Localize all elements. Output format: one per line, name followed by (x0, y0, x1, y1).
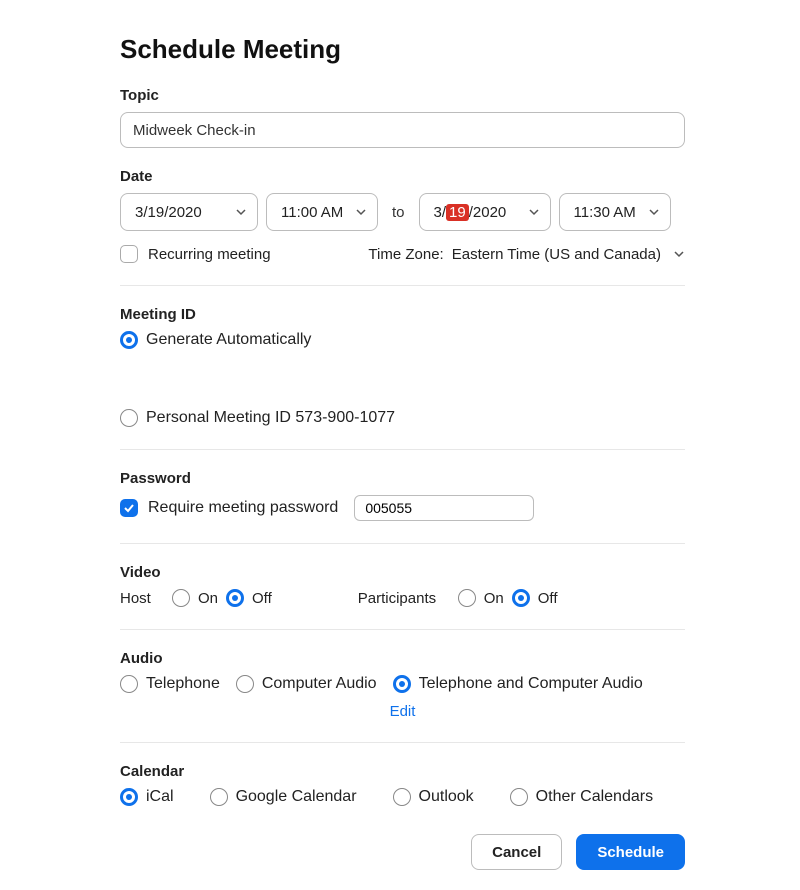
recurring-label: Recurring meeting (148, 246, 271, 263)
radio-label: Generate Automatically (146, 331, 311, 349)
radio-generate-automatically[interactable]: Generate Automatically (120, 331, 311, 349)
checkbox-icon (120, 499, 138, 517)
checkbox-icon (120, 245, 138, 263)
radio-label: iCal (146, 788, 174, 806)
radio-label: Telephone (146, 675, 220, 693)
require-password-label: Require meeting password (148, 499, 338, 517)
divider (120, 629, 685, 630)
start-time-value: 11:00 AM (281, 204, 343, 221)
topic-input[interactable] (120, 112, 685, 148)
radio-label: Other Calendars (536, 788, 653, 806)
radio-label: Personal Meeting ID 573-900-1077 (146, 409, 395, 427)
schedule-meeting-form: Schedule Meeting Topic Date 3/19/2020 11… (0, 0, 800, 890)
chevron-down-icon (648, 206, 660, 218)
calendar-label: Calendar (120, 763, 685, 780)
password-label: Password (120, 470, 685, 487)
radio-ical[interactable]: iCal (120, 788, 174, 806)
radio-icon (458, 589, 476, 607)
radio-personal-meeting-id[interactable]: Personal Meeting ID 573-900-1077 (120, 409, 395, 427)
video-participants-label: Participants (358, 590, 450, 607)
radio-telephone-and-computer[interactable]: Telephone and Computer Audio (393, 675, 643, 693)
date-label: Date (120, 168, 685, 185)
radio-label: Computer Audio (262, 675, 377, 693)
radio-participants-on[interactable]: On (458, 589, 504, 607)
radio-telephone[interactable]: Telephone (120, 675, 220, 693)
end-time-value: 11:30 AM (574, 204, 636, 221)
radio-label: Google Calendar (236, 788, 357, 806)
radio-icon (120, 675, 138, 693)
end-date-value: 3/19/2020 (434, 204, 507, 221)
password-input[interactable] (354, 495, 534, 521)
radio-label: Off (252, 590, 272, 607)
audio-edit-link[interactable]: Edit (120, 703, 685, 720)
radio-host-on[interactable]: On (172, 589, 218, 607)
radio-icon (120, 409, 138, 427)
to-label: to (386, 204, 411, 221)
chevron-down-icon (673, 248, 685, 260)
radio-icon (210, 788, 228, 806)
radio-outlook[interactable]: Outlook (393, 788, 474, 806)
radio-computer-audio[interactable]: Computer Audio (236, 675, 377, 693)
radio-icon (393, 788, 411, 806)
video-host-label: Host (120, 590, 164, 607)
start-time-select[interactable]: 11:00 AM (266, 193, 378, 231)
radio-icon (120, 788, 138, 806)
radio-host-off[interactable]: Off (226, 589, 272, 607)
audio-label: Audio (120, 650, 685, 667)
divider (120, 742, 685, 743)
schedule-button[interactable]: Schedule (576, 834, 685, 870)
recurring-checkbox[interactable]: Recurring meeting (120, 245, 271, 263)
radio-other-calendars[interactable]: Other Calendars (510, 788, 653, 806)
timezone-select[interactable]: Time Zone: Eastern Time (US and Canada) (368, 246, 685, 263)
radio-label: On (484, 590, 504, 607)
start-date-value: 3/19/2020 (135, 204, 202, 221)
end-date-select[interactable]: 3/19/2020 (419, 193, 551, 231)
start-date-select[interactable]: 3/19/2020 (120, 193, 258, 231)
timezone-label: Time Zone: (368, 246, 443, 263)
divider (120, 285, 685, 286)
radio-label: Off (538, 590, 558, 607)
divider (120, 543, 685, 544)
radio-icon (510, 788, 528, 806)
end-time-select[interactable]: 11:30 AM (559, 193, 671, 231)
footer: Cancel Schedule (120, 834, 685, 870)
cancel-button[interactable]: Cancel (471, 834, 562, 870)
chevron-down-icon (528, 206, 540, 218)
radio-participants-off[interactable]: Off (512, 589, 558, 607)
radio-icon (226, 589, 244, 607)
radio-label: Telephone and Computer Audio (419, 675, 643, 693)
require-password-checkbox[interactable]: Require meeting password (120, 499, 338, 517)
chevron-down-icon (355, 206, 367, 218)
radio-label: Outlook (419, 788, 474, 806)
radio-icon (236, 675, 254, 693)
divider (120, 449, 685, 450)
radio-icon (393, 675, 411, 693)
meeting-id-label: Meeting ID (120, 306, 685, 323)
topic-label: Topic (120, 87, 685, 104)
timezone-value: Eastern Time (US and Canada) (452, 246, 661, 263)
radio-icon (512, 589, 530, 607)
date-row: 3/19/2020 11:00 AM to 3/19/2020 11:30 AM (120, 193, 685, 231)
radio-icon (120, 331, 138, 349)
radio-google-calendar[interactable]: Google Calendar (210, 788, 357, 806)
radio-label: On (198, 590, 218, 607)
highlighted-day: 19 (446, 204, 469, 221)
page-title: Schedule Meeting (120, 34, 685, 65)
radio-icon (172, 589, 190, 607)
chevron-down-icon (235, 206, 247, 218)
video-label: Video (120, 564, 685, 581)
